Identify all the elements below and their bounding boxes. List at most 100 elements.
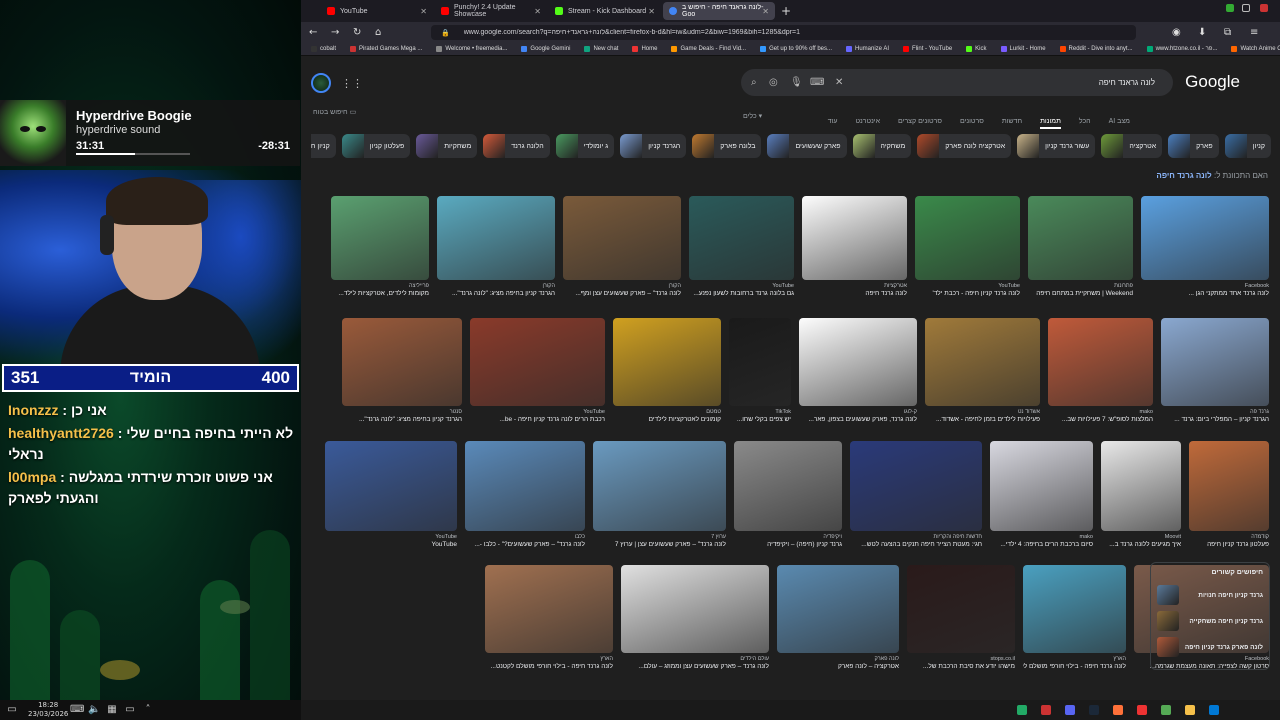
image-result[interactable]: גרנד פה הגרנד קניון – המפלרי ביום: גרנד .… xyxy=(1161,318,1269,423)
extensions-icon[interactable]: ⧉ xyxy=(1224,27,1236,38)
image-result[interactable]: פרייליצה מקומות לילדים, אטרקציות לילד... xyxy=(331,196,429,297)
image-result[interactable]: ק-לוגו לונה גרנד, פארק שעשועים בצפון, פאר… xyxy=(799,318,917,423)
result-thumbnail[interactable] xyxy=(729,318,791,406)
tab-kick[interactable]: Stream - Kick Dashboard ✕ xyxy=(549,2,661,20)
result-caption[interactable]: סיום ברכבת הרים בחיפה: 4 ילדי... xyxy=(990,541,1093,548)
result-caption[interactable]: לונה גרנד, פארק שעשועים בצפון, פאר... xyxy=(799,416,917,423)
result-caption[interactable]: פעילויות לילדים בזמן לחיפה - אשדוד... xyxy=(925,416,1040,423)
result-thumbnail[interactable] xyxy=(802,196,907,280)
app-icon[interactable] xyxy=(1041,705,1051,715)
close-icon[interactable]: ✕ xyxy=(762,7,769,16)
image-result[interactable]: עולם הילדים לונה גרנד – פארק שעשועים עצן … xyxy=(621,565,769,670)
downloads-icon[interactable]: ⬇ xyxy=(1198,27,1210,38)
search-tab[interactable]: אינטרנט xyxy=(855,118,880,125)
search-tab[interactable]: מצב AI xyxy=(1109,118,1130,125)
reload-icon[interactable]: ↻ xyxy=(353,27,365,38)
search-tab[interactable]: סרטונים xyxy=(960,118,984,125)
bookmark-item[interactable]: Humanize AI xyxy=(846,45,889,52)
result-thumbnail[interactable] xyxy=(734,441,842,531)
refinement-chip[interactable]: פארק שעשועים xyxy=(767,134,847,158)
bookmark-item[interactable]: Pirated Games Mega ... xyxy=(350,45,422,52)
search-icon[interactable]: ⌕ xyxy=(751,77,757,88)
result-caption[interactable]: הגרנד קניון – המפלרי ביום: גרנד ... xyxy=(1161,416,1269,423)
language-icon[interactable]: ⌨ xyxy=(70,704,84,716)
whatsapp-icon[interactable] xyxy=(1017,705,1027,715)
image-result[interactable]: קודמדה פעלטון גרנד קניון חיפה xyxy=(1189,441,1269,548)
image-result[interactable]: YouTube YouTube xyxy=(325,441,457,548)
result-caption[interactable]: הגרנד קניון בחיפה מציג: "לונה גרנד"... xyxy=(342,416,462,423)
result-thumbnail[interactable] xyxy=(1161,318,1269,406)
refinement-chip[interactable]: ג יומולדי xyxy=(555,134,615,158)
result-thumbnail[interactable] xyxy=(325,441,457,531)
bookmark-item[interactable]: Home xyxy=(632,45,657,52)
result-thumbnail[interactable] xyxy=(990,441,1093,531)
tab-google[interactable]: לונה גראנד חיפה - חיפוש ב-Goo ✕ xyxy=(663,2,775,20)
tab-youtube[interactable]: YouTube ✕ xyxy=(321,2,433,20)
account-icon[interactable]: ◉ xyxy=(1172,27,1184,38)
search-tab[interactable]: סרטונים קצרים xyxy=(898,118,942,125)
result-thumbnail[interactable] xyxy=(777,565,899,653)
search-input[interactable]: לונה גראנד חיפה xyxy=(1099,78,1155,87)
refinement-chip[interactable]: עשור גרנד קניון xyxy=(1017,134,1096,158)
result-caption[interactable]: לונה גרנד" – פארק שעשועים עצן ומף... xyxy=(563,290,681,297)
result-caption[interactable]: לונה גרנד חיפה xyxy=(802,290,907,297)
result-caption[interactable]: רכבת הרים לונה גרנד קניון חיפה - be... xyxy=(470,416,605,423)
extension-icon[interactable] xyxy=(1226,4,1234,12)
app-icon[interactable] xyxy=(1161,705,1171,715)
result-caption[interactable]: Weekend | משחקיית במתחם חיפה xyxy=(1028,290,1133,297)
bookmark-item[interactable]: Flint - YouTube xyxy=(903,45,952,52)
result-caption[interactable]: לונה גרנד חיפה - בילוי חורפי מושלם לקטנט… xyxy=(1023,663,1126,670)
search-box[interactable]: ⌕ ◎ 🎙 ⌨ ✕ לונה גראנד חיפה xyxy=(741,69,1173,96)
result-thumbnail[interactable] xyxy=(925,318,1040,406)
refinement-chip[interactable]: משחקיות xyxy=(416,134,478,158)
bookmark-item[interactable]: Lurkit - Home xyxy=(1000,45,1046,52)
result-caption[interactable]: איך מגיעים ללונה גרנד ב... xyxy=(1101,541,1181,548)
image-result[interactable]: טמטם קומונים לאטרקציות לילדים xyxy=(613,318,721,423)
network-icon[interactable]: ▦ xyxy=(106,704,118,716)
related-search-item[interactable]: גרנד קניון חיפה חנויות xyxy=(1157,582,1263,608)
search-tab[interactable]: עוד xyxy=(828,118,838,125)
result-caption[interactable]: המלצות לסופ"ש: 7 פעילויות שב... xyxy=(1048,416,1153,423)
result-caption[interactable]: לונה גרנד חיפה - בילוי חורפי מושלם לקטנט… xyxy=(485,663,613,670)
result-caption[interactable]: גם בלונה גרנד ברחובות לשעון נפנע... xyxy=(689,290,794,297)
notification-icon[interactable]: ▭ xyxy=(6,704,18,716)
image-result[interactable]: mako סיום ברכבת הרים בחיפה: 4 ילדי... xyxy=(990,441,1093,548)
bookmark-item[interactable]: New chat xyxy=(584,45,618,52)
result-thumbnail[interactable] xyxy=(342,318,462,406)
result-thumbnail[interactable] xyxy=(1028,196,1133,280)
search-tab[interactable]: הכל xyxy=(1079,118,1091,125)
image-result[interactable]: YouTube גם בלונה גרנד ברחובות לשעון נפנע.… xyxy=(689,196,794,297)
lock-icon[interactable]: 🔒 xyxy=(441,29,450,37)
result-thumbnail[interactable] xyxy=(621,565,769,653)
home-icon[interactable]: ⌂ xyxy=(375,27,387,38)
result-caption[interactable]: מקומות לילדים, אטרקציות לילד... xyxy=(331,290,429,297)
bookmark-item[interactable]: Watch Anime Online, ... xyxy=(1231,45,1280,52)
image-result[interactable]: mako המלצות לסופ"ש: 7 פעילויות שב... xyxy=(1048,318,1153,423)
new-tab-button[interactable]: + xyxy=(781,4,791,18)
refinement-chip[interactable]: קניון חיפה xyxy=(311,134,336,158)
address-bar[interactable]: 🔒 www.google.com/search?q=לונה+גראנד+חיפ… xyxy=(431,25,1136,40)
related-search-item[interactable]: לונה פארק גרנד קניון חיפה xyxy=(1157,634,1263,660)
result-thumbnail[interactable] xyxy=(563,196,681,280)
lens-icon[interactable]: ◎ xyxy=(769,77,778,88)
refinement-chip[interactable]: הלונה גרנד xyxy=(483,134,550,158)
keyboard-icon[interactable]: ⌨ xyxy=(810,77,824,88)
result-caption[interactable]: קומונים לאטרקציות לילדים xyxy=(613,416,721,423)
result-thumbnail[interactable] xyxy=(437,196,555,280)
image-result[interactable]: YouTube רכבת הרים לונה גרנד קניון חיפה - … xyxy=(470,318,605,423)
result-caption[interactable]: יש צפים בקלי שחו... xyxy=(729,416,791,423)
result-thumbnail[interactable] xyxy=(593,441,726,531)
image-result[interactable]: הארץ לונה גרנד חיפה - בילוי חורפי מושלם ל… xyxy=(485,565,613,670)
result-thumbnail[interactable] xyxy=(485,565,613,653)
close-icon[interactable]: ✕ xyxy=(420,7,427,16)
image-result[interactable]: כלבו לונה גרנד" – פארק שעשועים?" - כלבו -… xyxy=(465,441,585,548)
image-result[interactable]: ויקיפדיה גרנד קניון (חיפה) – ויקיפדיה xyxy=(734,441,842,548)
refinement-chip[interactable]: משחקיה xyxy=(852,134,912,158)
firefox-icon[interactable] xyxy=(1113,705,1123,715)
result-thumbnail[interactable] xyxy=(850,441,982,531)
result-thumbnail[interactable] xyxy=(1189,441,1269,531)
result-caption[interactable]: גרנד קניון (חיפה) – ויקיפדיה xyxy=(734,541,842,548)
result-caption[interactable]: לונה גרנד – פארק שעשועים עצן וממוזג – עו… xyxy=(621,663,769,670)
microphone-icon[interactable]: 🎙 xyxy=(790,77,803,88)
close-icon[interactable]: ✕ xyxy=(534,7,541,16)
